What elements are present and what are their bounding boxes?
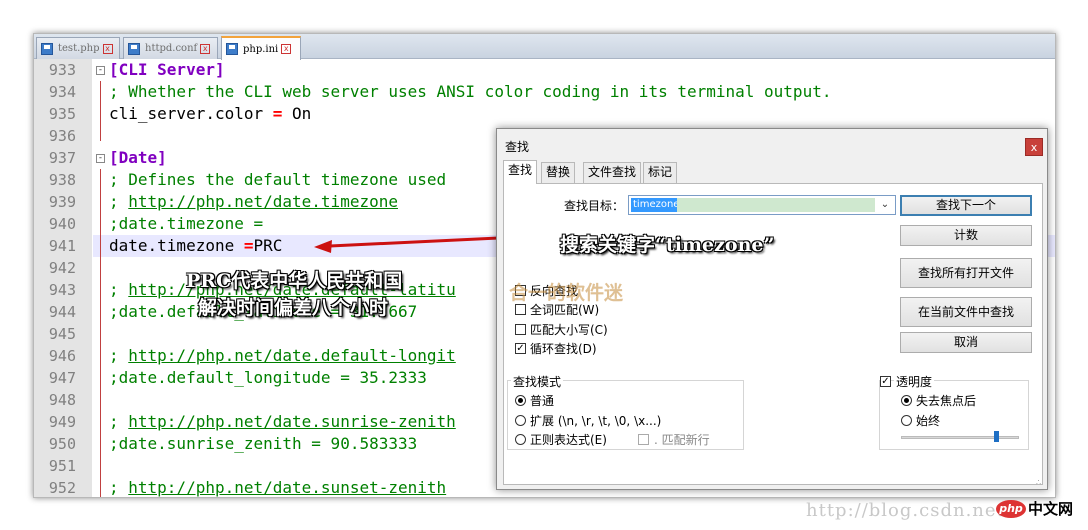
find-target-label: 查找目标： [564, 199, 625, 213]
find-in-current-file-button[interactable]: 在当前文件中查找 [900, 297, 1032, 327]
cancel-button[interactable]: 取消 [900, 332, 1032, 353]
transparency-slider-track[interactable] [901, 436, 1019, 439]
radio-regex-label: 正则表达式(E) [530, 433, 607, 447]
annotation-prc-line1: PRC代表中华人民共和国 [186, 270, 403, 292]
radio-on-lose-focus-label: 失去焦点后 [916, 394, 977, 408]
footer-url: http://blog.csdn.net [806, 500, 1005, 521]
option-checkbox[interactable] [515, 324, 526, 335]
radio-regex[interactable] [515, 434, 526, 445]
dot-matches-newline-checkbox[interactable] [638, 434, 649, 445]
dialog-title: 查找 [505, 140, 530, 154]
transparency-slider-thumb[interactable] [994, 431, 1000, 442]
annotation-keyword: 搜索关键字“timezone” [560, 234, 775, 256]
radio-normal-label: 普通 [530, 394, 555, 408]
option-label: 循环查找(D) [530, 342, 597, 356]
radio-on-lose-focus[interactable] [901, 395, 912, 406]
dot-matches-newline-label: . 匹配新行 [654, 433, 710, 447]
find-next-button[interactable]: 查找下一个 [900, 195, 1032, 216]
find-dialog: 查找 x 查找 替换 文件查找 标记 查找目标： timezone ⌄ 查找下一… [496, 128, 1048, 490]
transparency-title: 透明度 [894, 373, 935, 390]
footer-site-name: 中文网 [1028, 500, 1074, 518]
find-all-open-files-button[interactable]: 查找所有打开文件 [900, 258, 1032, 288]
radio-always[interactable] [901, 415, 912, 426]
watermark: 合一的软件迷 [509, 282, 624, 304]
php-logo-icon: php [996, 500, 1026, 518]
resize-grip-icon[interactable]: ∴ [1036, 478, 1044, 487]
find-panel: 查找目标： timezone ⌄ 查找下一个 计数 查找所有打开文件 在当前文件… [503, 183, 1043, 485]
count-button[interactable]: 计数 [900, 225, 1032, 246]
option-checkbox[interactable] [515, 304, 526, 315]
radio-extended-label: 扩展 (\n, \r, \t, \0, \x...) [530, 414, 662, 428]
find-target-value: timezone [631, 198, 682, 212]
annotation-prc-line2: 解决时间偏差八个小时 [198, 297, 389, 319]
transparency-checkbox[interactable]: ✓ [880, 376, 891, 387]
screenshot-root: { "tabs": [ {"label": "test.php", "activ… [0, 0, 1088, 530]
tab-find-in-files[interactable]: 文件查找 [583, 162, 642, 183]
tab-mark[interactable]: 标记 [643, 162, 678, 183]
search-mode-title: 查找模式 [511, 373, 564, 390]
radio-always-label: 始终 [916, 414, 941, 428]
tab-find[interactable]: 查找 [503, 160, 538, 184]
radio-normal[interactable] [515, 395, 526, 406]
option-label: 匹配大小写(C) [530, 323, 608, 337]
chevron-down-icon[interactable]: ⌄ [877, 197, 893, 213]
find-target-combobox[interactable]: timezone ⌄ [628, 195, 896, 215]
close-icon[interactable]: x [1025, 138, 1043, 156]
transparency-group [879, 380, 1029, 450]
radio-extended[interactable] [515, 415, 526, 426]
autocomplete-highlight [677, 198, 875, 212]
tab-replace[interactable]: 替换 [541, 162, 576, 183]
option-checkbox[interactable]: ✓ [515, 343, 526, 354]
